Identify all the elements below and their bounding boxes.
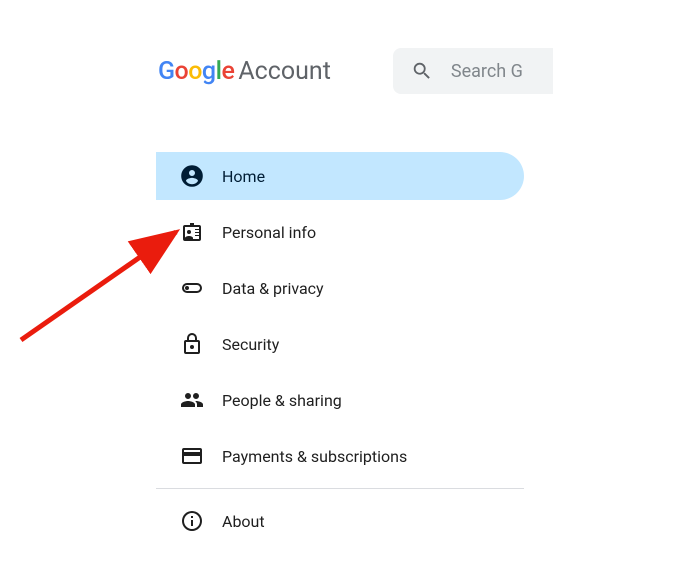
sidebar-item-label: People & sharing	[222, 391, 342, 410]
id-card-icon	[180, 220, 204, 244]
credit-card-icon	[180, 444, 204, 468]
info-icon	[180, 509, 204, 533]
sidebar-item-label: Data & privacy	[222, 279, 324, 298]
search-icon	[411, 60, 433, 82]
search-input[interactable]: Search G	[393, 48, 553, 94]
logo-letter-e: e	[221, 57, 234, 86]
logo-letter-g2: g	[202, 57, 216, 86]
logo-letter-g: G	[158, 57, 175, 86]
sidebar-item-people-sharing[interactable]: People & sharing	[156, 376, 524, 424]
product-name: Account	[238, 57, 331, 86]
toggle-icon	[180, 276, 204, 300]
sidebar-item-label: Payments & subscriptions	[222, 447, 407, 466]
search-placeholder: Search G	[451, 61, 523, 82]
google-wordmark: Google	[158, 57, 234, 86]
sidebar-item-label: Security	[222, 335, 279, 354]
account-circle-icon	[180, 164, 204, 188]
sidebar-item-label: About	[222, 512, 265, 531]
sidebar-item-label: Home	[222, 167, 265, 186]
logo-letter-o2: o	[188, 57, 202, 86]
lock-icon	[180, 332, 204, 356]
sidebar-item-payments[interactable]: Payments & subscriptions	[156, 432, 524, 480]
sidebar-nav: Home Personal info Data & privacy Securi…	[156, 152, 692, 545]
sidebar-item-security[interactable]: Security	[156, 320, 524, 368]
sidebar-item-personal-info[interactable]: Personal info	[156, 208, 524, 256]
sidebar-item-home[interactable]: Home	[156, 152, 524, 200]
sidebar-item-about[interactable]: About	[156, 497, 524, 545]
logo: Google Account	[158, 57, 331, 86]
logo-letter-o1: o	[175, 57, 189, 86]
sidebar-item-label: Personal info	[222, 223, 316, 242]
sidebar-item-data-privacy[interactable]: Data & privacy	[156, 264, 524, 312]
nav-divider	[156, 488, 524, 489]
header: Google Account Search G	[158, 48, 692, 94]
people-icon	[180, 388, 204, 412]
